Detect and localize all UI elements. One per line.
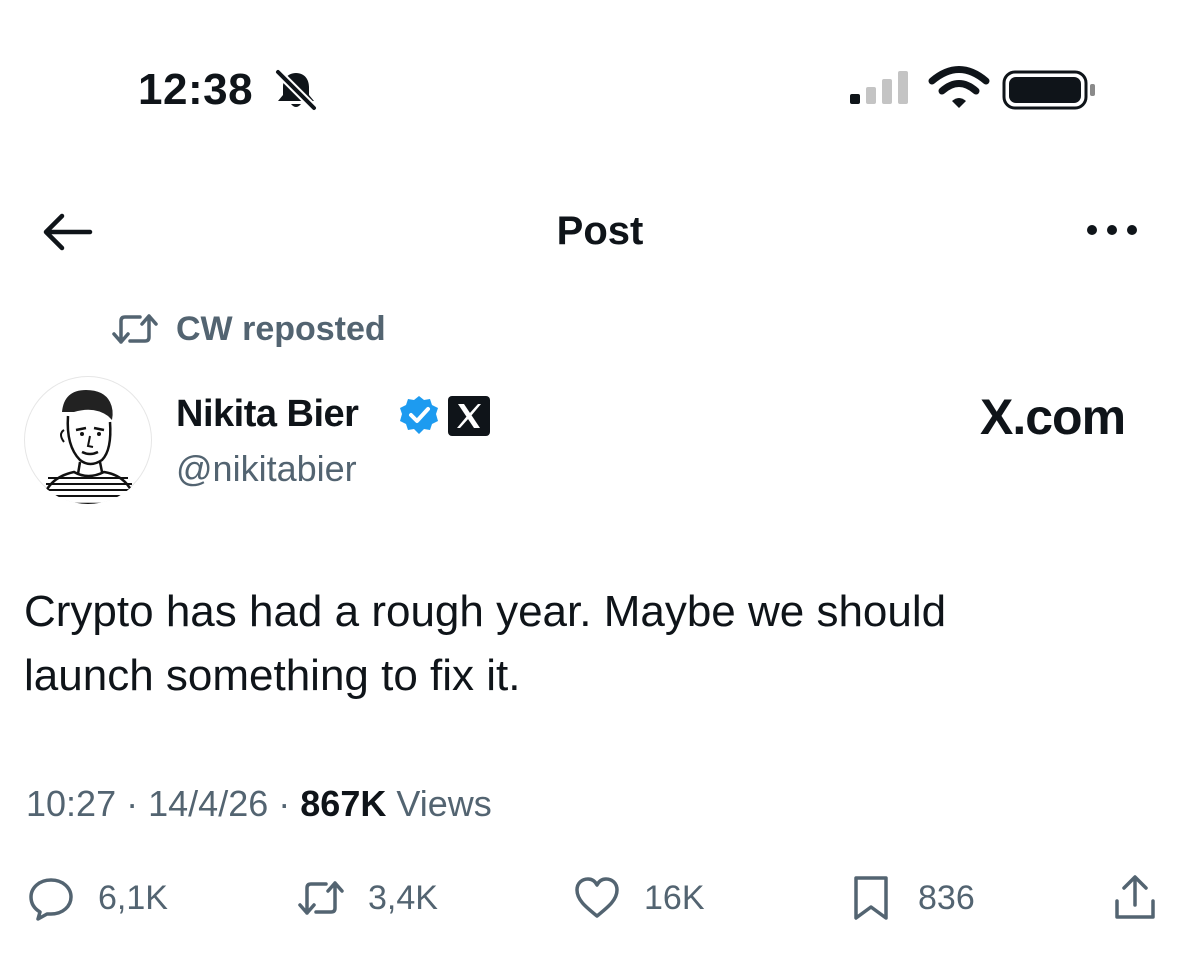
repost-label[interactable]: CW reposted: [176, 308, 386, 350]
repost-icon: [298, 881, 344, 915]
bookmark-icon: [854, 876, 888, 920]
affiliation-label[interactable]: X.com: [980, 388, 1126, 446]
meta-separator: ·: [278, 783, 291, 824]
views-count: 867K: [300, 783, 387, 824]
repost-count: 3,4K: [368, 878, 438, 917]
share-button[interactable]: [1110, 868, 1160, 928]
bookmark-count: 836: [918, 878, 975, 917]
more-dots-icon[interactable]: [1084, 220, 1140, 240]
battery-icon: [1002, 70, 1095, 110]
reply-count: 6,1K: [98, 878, 168, 917]
x-logo-icon: [448, 396, 490, 436]
repost-button[interactable]: 3,4K: [296, 868, 438, 928]
post-text-line: Crypto has had a rough year. Maybe we sh…: [24, 587, 947, 636]
heart-icon: [575, 877, 619, 918]
post-meta: 10:27 · 14/4/26 · 867K Views: [26, 780, 492, 828]
bookmark-button[interactable]: 836: [846, 868, 975, 928]
signal-icon: [850, 71, 908, 104]
repost-icon: [112, 314, 158, 344]
author-handle[interactable]: @nikitabier: [176, 446, 357, 492]
status-time: 12:38: [138, 65, 254, 114]
avatar[interactable]: [24, 376, 152, 504]
verified-icon: [400, 396, 438, 434]
post-date[interactable]: 14/4/26: [148, 783, 268, 824]
bell-slash-icon: [274, 68, 318, 112]
post-text-line: launch something to fix it.: [24, 651, 521, 700]
share-icon: [1115, 875, 1155, 919]
wifi-icon: [928, 66, 990, 108]
like-count: 16K: [644, 878, 705, 917]
page-title: Post: [556, 209, 644, 253]
post-time[interactable]: 10:27: [26, 783, 116, 824]
post-text: Crypto has had a rough year. Maybe we sh…: [24, 580, 1154, 708]
reply-icon: [29, 878, 73, 921]
like-button[interactable]: 16K: [572, 868, 705, 928]
avatar-sketch-icon: [40, 390, 138, 504]
author-name[interactable]: Nikita Bier: [176, 390, 359, 438]
views-label: Views: [396, 783, 492, 824]
meta-separator: ·: [126, 783, 139, 824]
reply-button[interactable]: 6,1K: [26, 868, 168, 928]
